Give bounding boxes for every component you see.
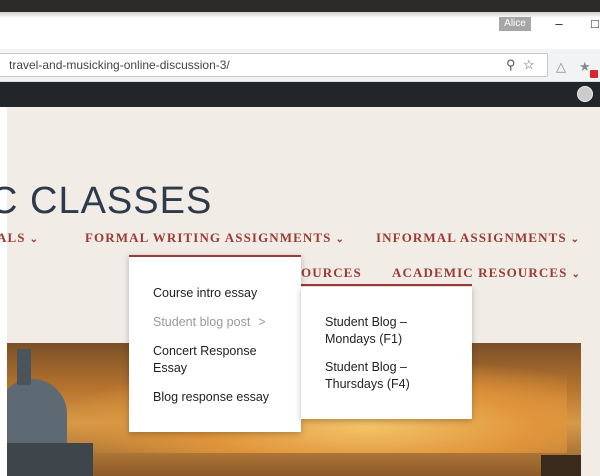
window-top-strip	[0, 0, 600, 12]
menu-item-student-blog-post[interactable]: Student blog post >	[153, 314, 266, 331]
chevron-down-icon: ⌄	[570, 234, 581, 245]
key-icon[interactable]: ⚲	[506, 57, 516, 73]
menu-item-course-intro[interactable]: Course intro essay	[153, 285, 257, 302]
nav-item-label: INFORMAL ASSIGNMENTS	[376, 230, 567, 245]
chevron-down-icon: ⌄	[29, 234, 40, 245]
profile-badge[interactable]: Alice	[499, 17, 531, 31]
nav-item-label: ACADEMIC RESOURCES	[392, 265, 568, 280]
admin-bar	[0, 82, 600, 107]
nav-item-informal[interactable]: INFORMAL ASSIGNMENTS ⌄	[376, 230, 580, 246]
menu-item-concert-response[interactable]: Concert Response Essay	[153, 343, 283, 377]
menu-item-label: Student blog post	[153, 315, 251, 329]
student-blog-submenu: Student Blog – Mondays (F1) Student Blog…	[301, 287, 472, 419]
browser-titlebar: Alice – □	[0, 0, 600, 49]
avatar[interactable]	[577, 86, 593, 102]
submenu-item-mondays[interactable]: Student Blog – Mondays (F1)	[325, 314, 445, 348]
page-left-edge	[0, 107, 7, 476]
url-text[interactable]: travel-and-musicking-online-discussion-3…	[9, 58, 230, 72]
nav-active-underline	[301, 284, 472, 286]
nav-item-label: ALS	[0, 230, 26, 245]
formal-writing-dropdown: Course intro essay Student blog post > Co…	[129, 255, 301, 432]
submenu-item-thursdays[interactable]: Student Blog – Thursdays (F4)	[325, 359, 445, 393]
extension-badge	[590, 70, 598, 78]
nav-item-resources[interactable]: OURCES	[301, 265, 362, 281]
address-bar: travel-and-musicking-online-discussion-3…	[0, 49, 600, 82]
nav-item-academic-resources[interactable]: ACADEMIC RESOURCES ⌄	[392, 265, 581, 281]
nav-item-partial[interactable]: ALS ⌄	[0, 230, 39, 246]
nav-item-label: FORMAL WRITING ASSIGNMENTS	[85, 230, 332, 245]
chevron-down-icon: ⌄	[335, 234, 345, 245]
url-field[interactable]: travel-and-musicking-online-discussion-3…	[0, 53, 548, 77]
drive-icon[interactable]: △	[556, 59, 566, 75]
menu-item-blog-response[interactable]: Blog response essay	[153, 389, 269, 406]
hero-rooftops	[541, 455, 581, 476]
chevron-down-icon: ⌄	[571, 269, 581, 280]
star-icon[interactable]: ☆	[523, 57, 535, 73]
nav-item-label: OURCES	[301, 265, 362, 280]
maximize-button[interactable]: □	[585, 14, 600, 34]
hero-building	[7, 443, 93, 476]
minimize-button[interactable]: –	[549, 14, 569, 34]
chevron-right-icon: >	[258, 315, 266, 329]
hero-lantern	[17, 349, 31, 385]
nav-item-formal-writing[interactable]: FORMAL WRITING ASSIGNMENTS ⌄	[85, 230, 345, 246]
hero-dome	[7, 379, 67, 449]
site-title[interactable]: C CLASSES	[0, 180, 212, 223]
extension-icon[interactable]: ★	[579, 59, 591, 75]
